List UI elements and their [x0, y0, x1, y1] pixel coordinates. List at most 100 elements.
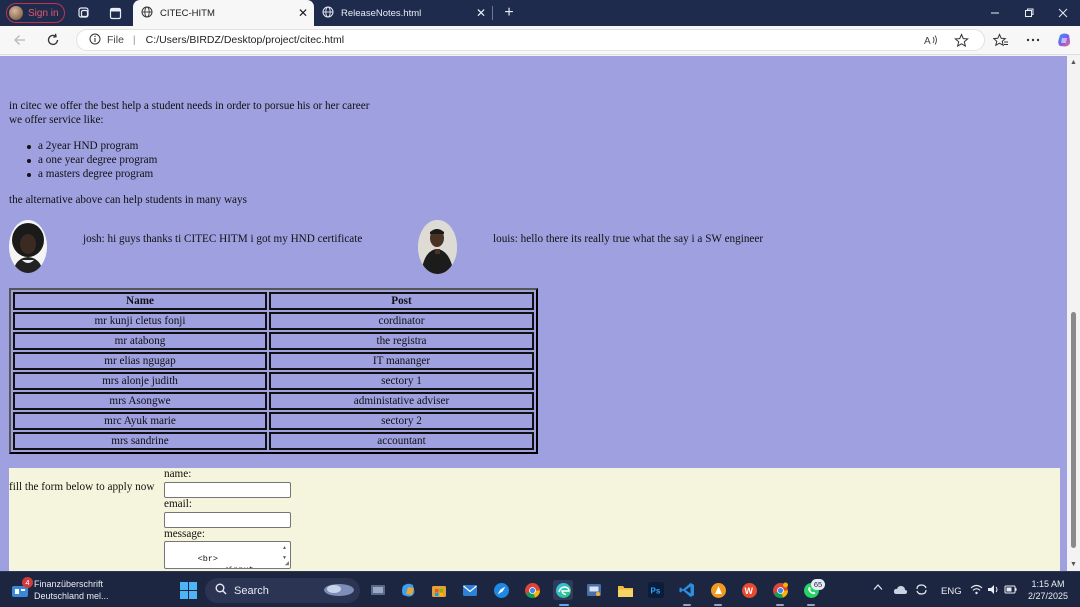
- microsoft-store-icon[interactable]: [429, 580, 449, 600]
- photoshop-icon[interactable]: Ps: [646, 580, 666, 600]
- tab-title: CITEC-HITM: [160, 7, 215, 19]
- app-icon-generic[interactable]: [584, 580, 604, 600]
- copilot-icon[interactable]: [1055, 31, 1073, 49]
- url-text: C:/Users/BIRDZ/Desktop/project/citec.htm…: [145, 34, 345, 46]
- close-tab-icon[interactable]: ✕: [470, 6, 492, 20]
- new-tab-button[interactable]: +: [500, 3, 518, 23]
- search-label: Search: [234, 584, 269, 597]
- tab-actions-icon[interactable]: [107, 5, 123, 21]
- favorite-star-icon[interactable]: [952, 31, 970, 49]
- windows-start-icon[interactable]: [178, 580, 198, 600]
- tab-separator: [492, 6, 493, 20]
- services-heading: we offer service like:: [9, 114, 104, 126]
- news-subtitle: Deutschland mel...: [34, 591, 109, 601]
- closing-text: the alternative above can help students …: [9, 194, 247, 206]
- svg-text:Ps: Ps: [651, 587, 661, 596]
- close-window-button[interactable]: [1046, 0, 1080, 26]
- volume-icon[interactable]: [987, 584, 1000, 598]
- file-explorer-icon[interactable]: [615, 580, 635, 600]
- close-tab-icon[interactable]: ✕: [292, 6, 314, 20]
- tab-release-notes[interactable]: ReleaseNotes.html ✕: [314, 0, 492, 26]
- email-input[interactable]: [164, 512, 291, 528]
- battery-icon[interactable]: [1004, 584, 1017, 598]
- more-menu-icon[interactable]: [1024, 31, 1042, 49]
- staff-name-cell: mr kunji cletus fonji: [13, 312, 267, 330]
- message-text: <br> <input: [197, 554, 254, 568]
- news-badge: 4: [22, 577, 33, 588]
- email-label: email:: [164, 498, 192, 510]
- info-icon[interactable]: [89, 33, 101, 48]
- staff-name-cell: mr elias ngugap: [13, 352, 267, 370]
- staff-post-cell: cordinator: [269, 312, 534, 330]
- column-header-post: Post: [269, 292, 534, 310]
- program-item: a masters degree program: [38, 168, 154, 180]
- profile-button[interactable]: Sign in: [6, 3, 65, 23]
- page-scrollbar[interactable]: ▲ ▼: [1067, 56, 1080, 571]
- weather-cloud-icon[interactable]: [893, 584, 908, 598]
- edge-icon[interactable]: [553, 580, 573, 600]
- back-icon[interactable]: [11, 31, 29, 49]
- staff-name-cell: mrc Ayuk marie: [13, 412, 267, 430]
- staff-post-cell: IT mananger: [269, 352, 534, 370]
- globe-icon: [322, 6, 334, 21]
- copilot-app-icon[interactable]: [398, 580, 418, 600]
- table-row: mrs alonje judith sectory 1: [13, 372, 534, 390]
- favorites-icon[interactable]: [992, 31, 1010, 49]
- program-item: a one year degree program: [38, 154, 158, 166]
- search-highlight-icon: [322, 580, 356, 601]
- profile-avatar: [9, 6, 23, 20]
- scheme-label: File: [107, 34, 124, 46]
- resize-grip-icon[interactable]: ◢: [285, 561, 289, 568]
- table-row: mr atabong the registra: [13, 332, 534, 350]
- scroll-thumb[interactable]: [1071, 312, 1076, 548]
- restore-button[interactable]: [1012, 0, 1046, 26]
- clock-time: 1:15 AM: [1031, 579, 1065, 589]
- taskbar-search[interactable]: Search: [205, 578, 360, 603]
- news-widget[interactable]: 4 Finanzüberschrift Deutschland mel...: [10, 577, 109, 602]
- system-clock[interactable]: 1:15 AM 2/27/2025: [1022, 578, 1074, 602]
- list-bullet: [27, 145, 31, 149]
- chrome-icon[interactable]: [522, 580, 542, 600]
- clock-date: 2/27/2025: [1027, 591, 1069, 601]
- show-hidden-icons-chevron[interactable]: [873, 583, 883, 594]
- safari-like-icon[interactable]: [491, 580, 511, 600]
- mail-icon[interactable]: [460, 580, 480, 600]
- josh-avatar: [9, 220, 47, 273]
- read-aloud-icon[interactable]: A: [922, 31, 940, 49]
- minimize-button[interactable]: [978, 0, 1012, 26]
- task-view-icon[interactable]: [368, 580, 388, 600]
- wps-office-icon[interactable]: W: [739, 580, 759, 600]
- scroll-up-arrow[interactable]: ▲: [1070, 59, 1077, 66]
- tab-title: ReleaseNotes.html: [341, 7, 422, 19]
- tab-citec-hitm[interactable]: CITEC-HITM ✕: [133, 0, 314, 26]
- chrome-running-indicator: [776, 604, 784, 606]
- staff-post-cell: sectory 2: [269, 412, 534, 430]
- wifi-icon[interactable]: [970, 584, 983, 598]
- chrome-profile-icon[interactable]: [770, 580, 790, 600]
- browser-tab-strip: Sign in CITEC-HITM ✕ ReleaseNotes.html ✕…: [0, 0, 1080, 26]
- list-bullet: [27, 159, 31, 163]
- staff-post-cell: accountant: [269, 432, 534, 450]
- svg-text:A: A: [924, 36, 931, 47]
- table-row: mrs sandrine accountant: [13, 432, 534, 450]
- table-header-row: Name Post: [13, 292, 534, 310]
- language-indicator[interactable]: ENG: [941, 586, 962, 597]
- app-running-indicator: [714, 604, 722, 606]
- list-bullet: [27, 173, 31, 177]
- name-input[interactable]: [164, 482, 291, 498]
- address-divider: |: [132, 34, 136, 46]
- scroll-down-arrow[interactable]: ▼: [1070, 561, 1077, 568]
- sync-icon[interactable]: [915, 583, 928, 599]
- globe-icon: [141, 6, 153, 21]
- workspaces-icon[interactable]: [76, 5, 92, 21]
- table-row: mr kunji cletus fonji cordinator: [13, 312, 534, 330]
- refresh-icon[interactable]: [44, 31, 62, 49]
- staff-name-cell: mrs Asongwe: [13, 392, 267, 410]
- page-viewport: in citec we offer the best help a studen…: [0, 56, 1067, 571]
- address-bar[interactable]: File | C:/Users/BIRDZ/Desktop/project/ci…: [76, 29, 985, 51]
- vscode-icon[interactable]: [677, 580, 697, 600]
- column-header-name: Name: [13, 292, 267, 310]
- app-icon-orange[interactable]: [708, 580, 728, 600]
- whatsapp-running-indicator: [807, 604, 815, 606]
- message-textarea[interactable]: <br> <input ▲▼ ◢: [164, 541, 291, 569]
